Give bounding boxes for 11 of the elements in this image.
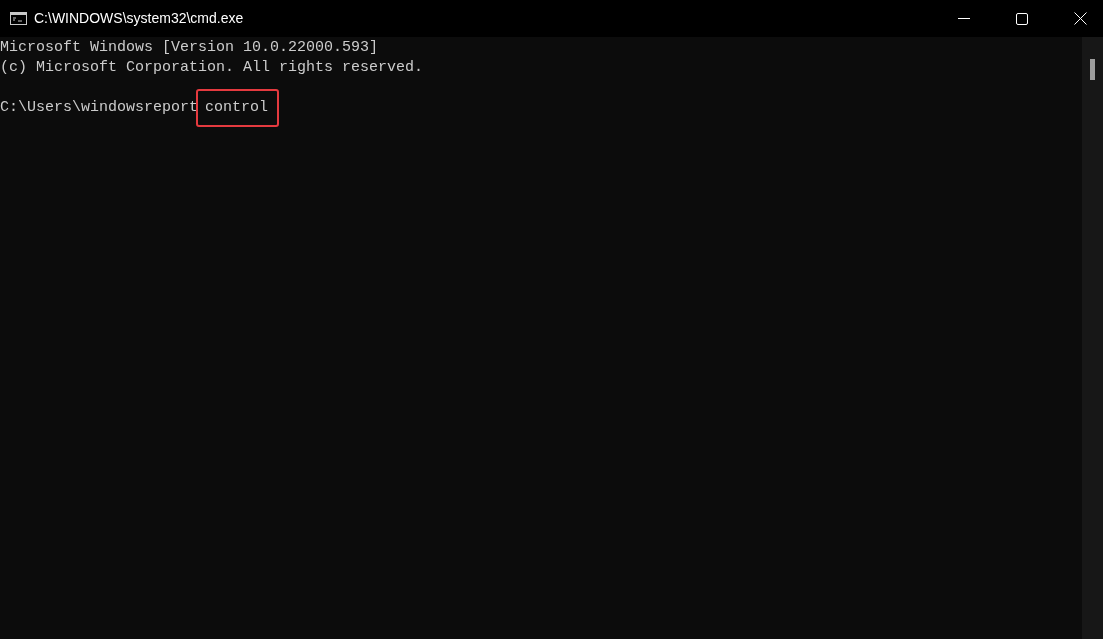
scrollbar[interactable]: [1082, 37, 1103, 639]
command-prompt: C:\Users\windowsreport: [0, 98, 199, 118]
console-output: Microsoft Windows [Version 10.0.22000.593]: [0, 38, 379, 58]
close-icon: [1073, 12, 1087, 25]
typed-command: control: [196, 89, 280, 127]
scrollbar-thumb[interactable]: [1090, 59, 1095, 80]
console-output: (c) Microsoft Corporation. All rights reserved.: [0, 58, 424, 78]
minimize-icon: [958, 18, 970, 19]
maximize-icon: [1016, 12, 1028, 25]
console-app-icon: [10, 12, 27, 25]
window-title: C:\WINDOWS\system32\cmd.exe: [34, 9, 244, 28]
